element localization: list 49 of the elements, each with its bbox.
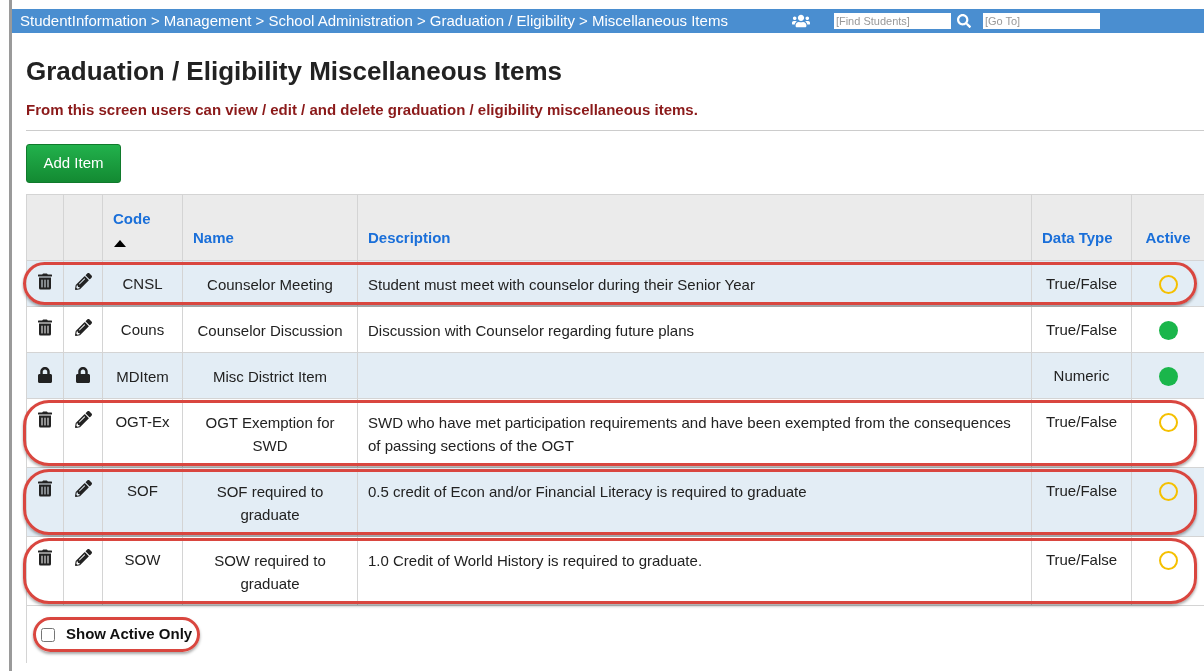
data-type-cell: True/False: [1045, 413, 1118, 430]
data-type-cell: Numeric: [1053, 366, 1110, 384]
name-cell: SOW required to graduate: [214, 552, 326, 592]
search-field[interactable]: [Find Students]: [833, 13, 951, 29]
code-cell: Couns: [120, 320, 165, 338]
description-cell: Discussion with Counselor regarding future plans: [368, 321, 694, 339]
column-header[interactable]: Code: [113, 208, 172, 231]
name-cell: OGT Exemption for SWD: [205, 414, 335, 454]
edit-icon[interactable]: [74, 272, 92, 290]
data-type-cell: True/False: [1045, 551, 1118, 568]
show-active-only-checkbox[interactable]: [41, 627, 55, 642]
name-cell: Counselor Meeting: [207, 275, 333, 293]
checkbox-label[interactable]: Show Active Only: [66, 623, 193, 646]
data-type-cell: True/False: [1045, 482, 1118, 499]
code-cell: SOF: [127, 482, 158, 499]
users-icon[interactable]: [791, 13, 810, 29]
add-item-button[interactable]: Add Item: [26, 143, 121, 183]
column-header[interactable]: Active: [1145, 227, 1191, 250]
data-type-cell: True/False: [1045, 274, 1118, 292]
name-cell: SOF required to graduate: [216, 483, 324, 523]
delete-icon[interactable]: [38, 411, 52, 428]
search-icon[interactable]: [956, 14, 971, 28]
description-cell: 0.5 credit of Econ and/or Financial Literacy is required to graduate: [368, 483, 807, 500]
edit-icon[interactable]: [74, 549, 92, 566]
delete-icon[interactable]: [38, 480, 52, 497]
description-cell: Student must meet with counselor during their Senior Year: [368, 275, 755, 293]
data-type-cell: True/False: [1045, 320, 1118, 338]
edit-icon[interactable]: [74, 480, 92, 497]
name-cell: Misc District Item: [212, 367, 328, 385]
delete-icon[interactable]: [38, 272, 52, 290]
description-cell: 1.0 Credit of World History is required to graduate.: [368, 552, 703, 569]
delete-icon[interactable]: [38, 549, 52, 566]
edit-icon[interactable]: [74, 318, 92, 336]
code-cell: MDItem: [116, 367, 169, 385]
code-cell: SOW: [124, 551, 161, 568]
breadcrumb[interactable]: StudentInformation > Management > School Administration > Graduation / Eligibility > Miscellaneous Items: [20, 9, 728, 33]
page-description: From this screen users can view / edit / and delete graduation / eligibility miscellaneous items.: [26, 100, 699, 120]
lock-icon: [76, 366, 90, 383]
delete-icon[interactable]: [38, 318, 52, 336]
edit-icon[interactable]: [74, 411, 92, 428]
code-cell: CNSL: [122, 274, 163, 292]
column-header[interactable]: Name: [193, 227, 347, 250]
column-header[interactable]: Description: [368, 227, 1021, 250]
page-title: Graduation / Eligibility Miscellaneous Items: [26, 55, 563, 87]
go-to-field[interactable]: [Go To]: [982, 13, 1100, 29]
name-cell: Counselor Discussion: [197, 321, 343, 339]
column-header[interactable]: Data Type: [1042, 227, 1121, 250]
description-cell: SWD who have met participation requirements and have been exempted from the consequences of passing sections of the OGT: [368, 414, 1011, 454]
code-cell: OGT-Ex: [115, 413, 170, 430]
